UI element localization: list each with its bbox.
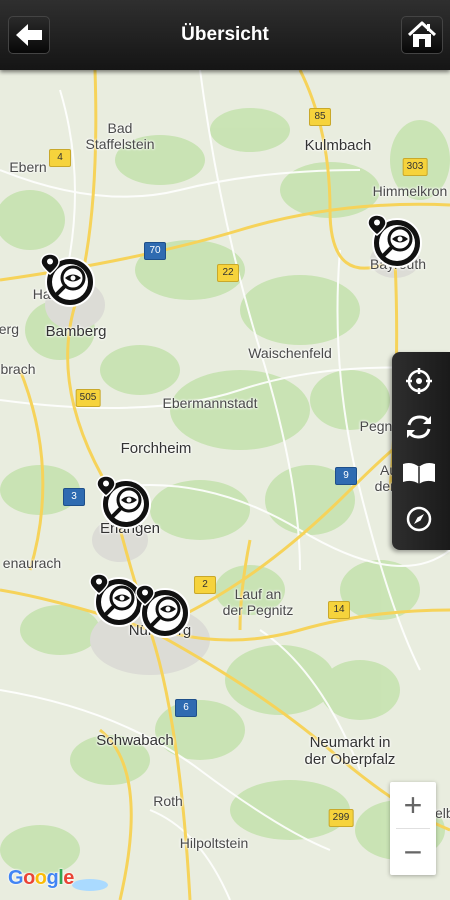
crosshair-icon (406, 368, 432, 394)
open-book-icon (403, 463, 435, 484)
eye-magnifier-marker-icon (367, 214, 422, 268)
place-hilpoltstein: Hilpoltstein (179, 835, 249, 851)
place-schwabach: Schwabach (96, 732, 174, 749)
place-berg: berg (0, 321, 20, 337)
place-roth: Roth (153, 793, 183, 809)
zoom-out-button[interactable]: − (390, 829, 436, 875)
route-shield-4: 4 (49, 149, 71, 167)
arrow-left-icon (16, 24, 42, 46)
poi-marker-hallstadt[interactable] (40, 252, 96, 308)
open-book-button[interactable] (402, 456, 436, 490)
place-himmelkron: Himmelkron (372, 183, 448, 199)
place-ebern: Ebern (9, 159, 47, 175)
eye-magnifier-marker-icon (135, 584, 190, 638)
poi-marker-nurnberg-east[interactable] (135, 583, 191, 639)
eye-magnifier-marker-icon (96, 475, 151, 529)
route-shield-299: 299 (328, 809, 354, 827)
route-shield-9: 9 (335, 467, 357, 485)
page-title: Übersicht (181, 24, 269, 45)
place-neumarkt: Neumarkt in der Oberpfalz (304, 734, 396, 768)
route-shield-303: 303 (402, 158, 428, 176)
place-ebermannstadt: Ebermannstadt (162, 395, 258, 411)
route-shield-505: 505 (75, 389, 101, 407)
refresh-icon (407, 415, 431, 439)
route-shield-6: 6 (175, 699, 197, 717)
poi-marker-bayreuth[interactable] (367, 213, 423, 269)
compass-icon (406, 506, 432, 532)
place-forchheim: Forchheim (120, 440, 192, 457)
compass-button[interactable] (402, 502, 436, 536)
locate-button[interactable] (402, 364, 436, 398)
place-kulmbach: Kulmbach (304, 137, 372, 154)
google-logo: Google (8, 867, 74, 889)
route-shield-14: 14 (328, 601, 350, 619)
home-button[interactable] (401, 16, 443, 54)
route-shield-85: 85 (309, 108, 331, 126)
refresh-button[interactable] (402, 410, 436, 444)
place-waischenfeld: Waischenfeld (248, 345, 332, 361)
route-shield-2: 2 (194, 576, 216, 594)
eye-magnifier-marker-icon (40, 253, 95, 307)
poi-marker-erlangen[interactable] (96, 474, 152, 530)
zoom-controls: + − (390, 782, 436, 875)
place-herzogenaurach: enaurach (2, 555, 62, 571)
map-tools-panel (392, 352, 450, 550)
back-button[interactable] (8, 16, 50, 54)
map-view[interactable]: Bad Staffelstein Ebern Kulmbach Himmelkro… (0, 70, 450, 900)
place-brach: brach (0, 361, 36, 377)
zoom-in-button[interactable]: + (390, 782, 436, 828)
route-shield-22: 22 (217, 264, 239, 282)
place-bamberg: Bamberg (45, 323, 107, 340)
place-lauf: Lauf an der Pegnitz (222, 586, 294, 618)
app-header: Übersicht (0, 0, 450, 70)
route-shield-70: 70 (144, 242, 166, 260)
place-pegnitz: Pegn (359, 418, 393, 434)
route-shield-3: 3 (63, 488, 85, 506)
home-icon (407, 21, 437, 47)
place-bad-staffelstein: Bad Staffelstein (85, 120, 155, 152)
